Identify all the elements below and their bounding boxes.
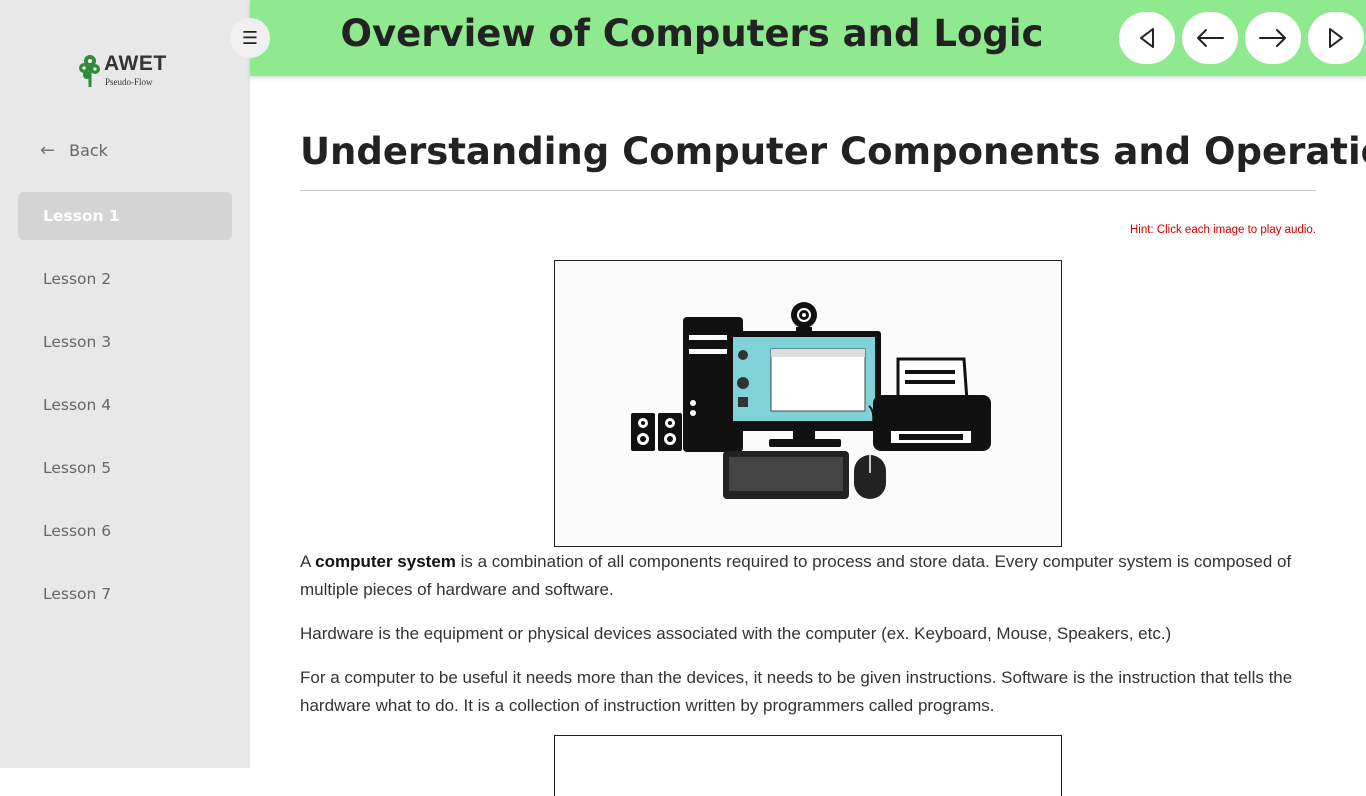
lesson-content: Understanding Computer Components and Op…	[300, 76, 1366, 796]
tree-icon	[79, 55, 100, 87]
paragraph-text: A	[300, 552, 316, 571]
arrow-left-icon	[1197, 29, 1224, 47]
paragraph-computer-system: A computer system is a combination of al…	[300, 548, 1300, 604]
sidebar-item-label: Lesson 1	[43, 207, 120, 225]
back-link[interactable]: ← Back	[40, 140, 108, 161]
term-computer-system: computer system	[315, 552, 456, 571]
sidebar-item-lesson-5[interactable]: Lesson 5	[18, 444, 232, 492]
last-page-button[interactable]	[1308, 12, 1364, 64]
sidebar-item-label: Lesson 5	[43, 459, 112, 477]
arrow-left-icon: ←	[40, 140, 56, 161]
logo: AWET Pseudo-Flow	[78, 52, 168, 92]
paragraph-hardware: Hardware is the equipment or physical de…	[300, 624, 1172, 643]
sidebar-item-lesson-2[interactable]: Lesson 2	[18, 255, 232, 303]
header-title: Overview of Computers and Logic	[340, 12, 1044, 55]
back-label: Back	[69, 141, 108, 160]
sidebar-item-label: Lesson 2	[43, 270, 112, 288]
sidebar-item-lesson-3[interactable]: Lesson 3	[18, 318, 232, 366]
logo-subtitle: Pseudo-Flow	[105, 77, 153, 87]
page-title: Understanding Computer Components and Op…	[300, 130, 1366, 173]
sidebar-item-lesson-4[interactable]: Lesson 4	[18, 381, 232, 429]
second-lesson-image[interactable]	[554, 735, 1062, 796]
computer-system-illustration	[631, 302, 991, 499]
triangle-left-icon	[1140, 28, 1154, 48]
sidebar-item-lesson-1[interactable]: Lesson 1	[18, 192, 232, 240]
sidebar: AWET Pseudo-Flow ← Back Lesson 1 Lesson …	[0, 0, 250, 768]
computer-system-image[interactable]	[554, 260, 1062, 547]
sidebar-item-label: Lesson 3	[43, 333, 112, 351]
sidebar-item-label: Lesson 6	[43, 522, 112, 540]
audio-hint: Hint: Click each image to play audio.	[1129, 224, 1316, 236]
logo-text: AWET	[104, 52, 167, 75]
next-button[interactable]	[1245, 12, 1301, 64]
title-divider	[300, 190, 1316, 191]
previous-button[interactable]	[1182, 12, 1238, 64]
sidebar-item-label: Lesson 7	[43, 585, 112, 603]
triangle-right-icon	[1329, 28, 1343, 48]
paragraph-software: For a computer to be useful it needs mor…	[300, 668, 1293, 715]
sidebar-item-lesson-7[interactable]: Lesson 7	[18, 570, 232, 618]
first-page-button[interactable]	[1119, 12, 1175, 64]
arrow-right-icon	[1259, 29, 1286, 47]
header-bar: ☰ Overview of Computers and Logic	[230, 0, 1366, 76]
sidebar-item-label: Lesson 4	[43, 396, 112, 414]
sidebar-item-lesson-6[interactable]: Lesson 6	[18, 507, 232, 555]
